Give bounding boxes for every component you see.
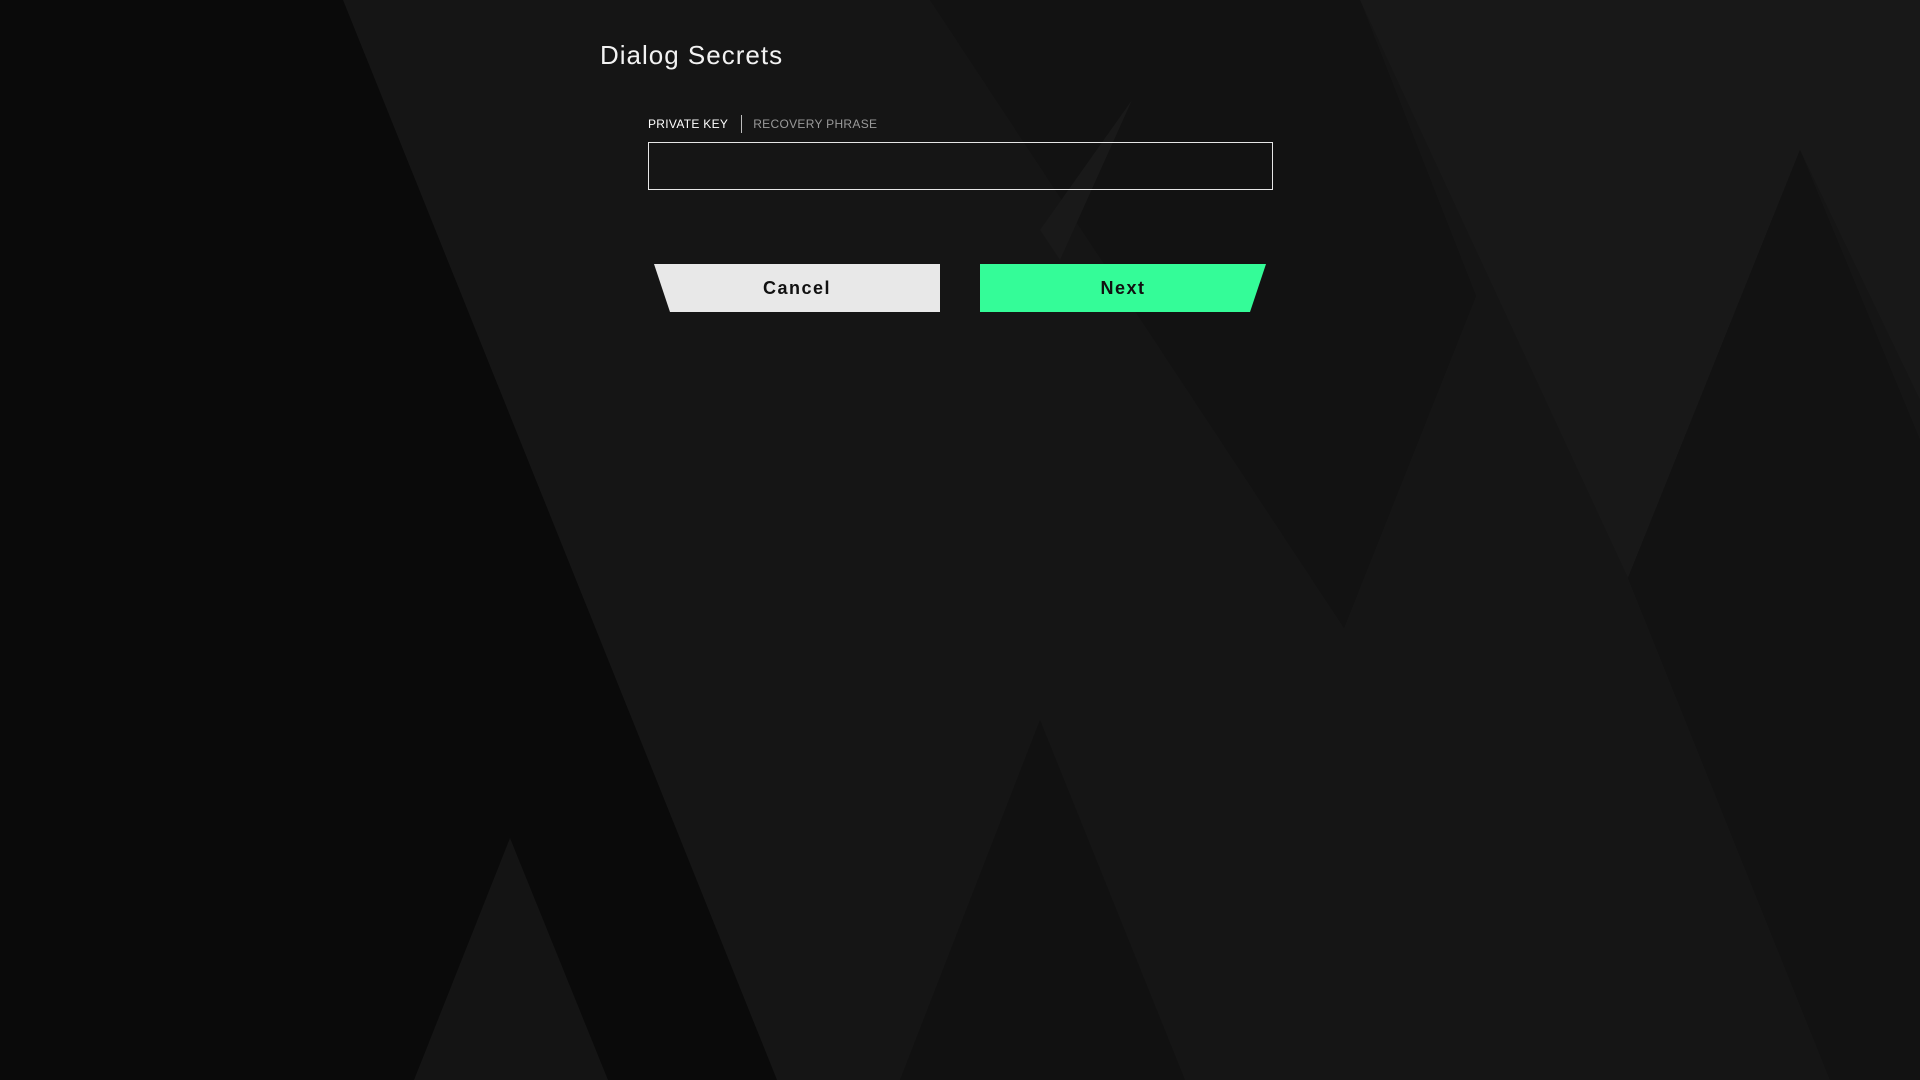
app-window: Dialog Secrets PRIVATE KEY RECOVERY PHRA… xyxy=(0,0,1920,1080)
tab-private-key[interactable]: PRIVATE KEY xyxy=(648,114,728,134)
secret-type-tabs: PRIVATE KEY RECOVERY PHRASE xyxy=(648,114,877,134)
next-button[interactable]: Next xyxy=(980,264,1266,312)
cancel-button[interactable]: Cancel xyxy=(654,264,940,312)
tab-divider xyxy=(741,115,743,133)
dialog-title: Dialog Secrets xyxy=(600,40,784,70)
tab-recovery-phrase[interactable]: RECOVERY PHRASE xyxy=(753,114,877,134)
private-key-input[interactable] xyxy=(648,142,1273,190)
